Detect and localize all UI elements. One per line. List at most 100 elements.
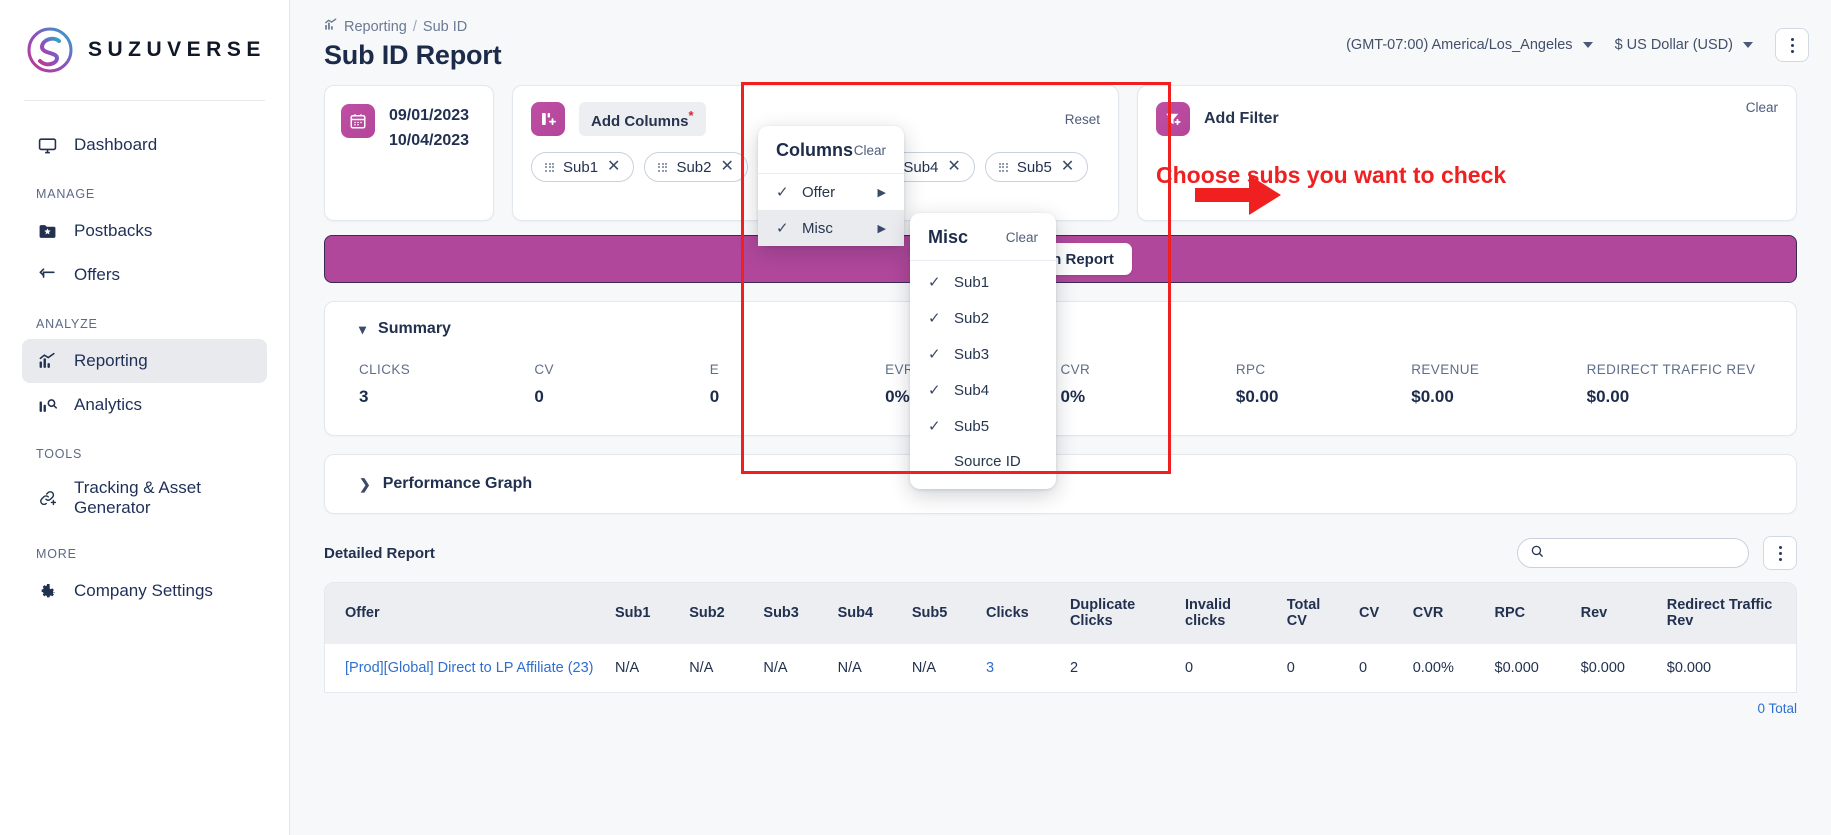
add-columns-icon[interactable] (531, 102, 565, 136)
column-header-invalid-clicks[interactable]: Invalid clicks (1175, 583, 1277, 644)
menu-item-label: Misc (802, 220, 833, 237)
table-header: Offer Sub1 Sub2 Sub3 Sub4 Sub5 Clicks Du… (325, 583, 1796, 644)
misc-menu-item-source-id[interactable]: Source ID (910, 444, 1056, 479)
menu-item-label: Sub1 (954, 274, 989, 291)
kebab-dot (1791, 50, 1794, 53)
metric-value: $0.00 (1236, 387, 1411, 407)
close-icon[interactable]: ✕ (947, 159, 960, 175)
currency-select[interactable]: $ US Dollar (USD) (1615, 37, 1753, 53)
column-header-cv[interactable]: CV (1349, 583, 1403, 644)
column-header-total-cv[interactable]: Total CV (1277, 583, 1349, 644)
misc-menu-clear[interactable]: Clear (1006, 230, 1038, 245)
close-icon[interactable]: ✕ (607, 159, 620, 175)
sidebar-item-tracking-asset-generator[interactable]: Tracking & Asset Generator (22, 469, 267, 527)
search-input[interactable] (1552, 545, 1736, 561)
metric-cvr: CVR 0% (1061, 362, 1236, 407)
close-icon[interactable]: ✕ (1061, 159, 1074, 175)
annotation-text: Choose subs you want to check (1156, 162, 1506, 189)
page-options-button[interactable] (1775, 28, 1809, 62)
drag-handle-icon[interactable] (999, 163, 1008, 172)
metric-clicks: CLICKS 3 (359, 362, 534, 407)
detailed-report-header: Detailed Report (324, 536, 1797, 570)
suzuverse-logo-icon (26, 26, 74, 74)
cell-invalid-clicks: 0 (1175, 644, 1277, 693)
sidebar-item-postbacks[interactable]: Offers (22, 253, 267, 297)
columns-menu-item-offer[interactable]: ✓ Offer ▶ (758, 174, 904, 210)
column-header-rev[interactable]: Rev (1571, 583, 1657, 644)
columns-menu-item-misc[interactable]: ✓ Misc ▶ (758, 210, 904, 246)
column-header-sub3[interactable]: Sub3 (753, 583, 827, 644)
metric-cv: CV 0 (534, 362, 709, 407)
cell-offer[interactable]: [Prod][Global] Direct to LP Affiliate (2… (325, 644, 605, 693)
misc-menu-item-sub5[interactable]: ✓ Sub5 (910, 408, 1056, 444)
column-header-cvr[interactable]: CVR (1403, 583, 1485, 644)
column-header-sub1[interactable]: Sub1 (605, 583, 679, 644)
misc-menu-item-sub2[interactable]: ✓ Sub2 (910, 300, 1056, 336)
report-chart-icon (36, 350, 58, 372)
sidebar-item-label: Company Settings (74, 581, 213, 601)
columns-reset-link[interactable]: Reset (1065, 112, 1100, 127)
menu-item-label: Sub3 (954, 346, 989, 363)
menu-item-label: Sub4 (954, 382, 989, 399)
cell-sub5: N/A (902, 644, 976, 693)
breadcrumb-separator: / (413, 19, 417, 35)
column-header-duplicate-clicks[interactable]: Duplicate Clicks (1060, 583, 1175, 644)
sidebar-item-label: Offers (74, 265, 120, 285)
table-options-button[interactable] (1763, 536, 1797, 570)
action-bar: Run Report (324, 235, 1797, 283)
column-header-clicks[interactable]: Clicks (976, 583, 1060, 644)
metric-events: E 0 (710, 362, 885, 407)
metric-value: 0% (1061, 387, 1236, 407)
detailed-report-table: Offer Sub1 Sub2 Sub3 Sub4 Sub5 Clicks Du… (325, 583, 1796, 692)
column-chip-sub5[interactable]: Sub5 ✕ (985, 152, 1088, 182)
misc-menu-item-sub1[interactable]: ✓ Sub1 (910, 261, 1056, 300)
column-chip-sub1[interactable]: Sub1 ✕ (531, 152, 634, 182)
sidebar-item-reporting[interactable]: Reporting (22, 339, 267, 383)
cell-duplicate-clicks: 2 (1060, 644, 1175, 693)
summary-toggle[interactable]: ▾ Summary (325, 302, 1796, 356)
columns-menu-header: Columns Clear (758, 126, 904, 174)
misc-menu-item-sub4[interactable]: ✓ Sub4 (910, 372, 1056, 408)
performance-graph-toggle[interactable]: ❯ Performance Graph (325, 455, 1796, 513)
menu-item-label: Sub2 (954, 310, 989, 327)
filter-clear-link[interactable]: Clear (1746, 100, 1778, 115)
chevron-right-icon: ❯ (359, 476, 371, 493)
search-box[interactable] (1517, 538, 1749, 568)
column-header-sub4[interactable]: Sub4 (828, 583, 902, 644)
monitor-icon (36, 134, 58, 156)
columns-menu-clear[interactable]: Clear (854, 143, 886, 158)
sidebar-nav: Dashboard MANAGE Postbacks Off (0, 101, 289, 613)
add-filter-icon[interactable] (1156, 102, 1190, 136)
sidebar-item-company-settings[interactable]: Company Settings (22, 569, 267, 613)
kebab-dot (1791, 44, 1794, 47)
column-header-rpc[interactable]: RPC (1485, 583, 1571, 644)
cell-sub2: N/A (679, 644, 753, 693)
sidebar-item-dashboard[interactable]: Dashboard (22, 123, 267, 167)
breadcrumb-root[interactable]: Reporting (344, 19, 407, 35)
close-icon[interactable]: ✕ (721, 159, 734, 175)
column-chip-sub2[interactable]: Sub2 ✕ (644, 152, 747, 182)
chip-label: Sub4 (903, 159, 938, 176)
column-header-sub2[interactable]: Sub2 (679, 583, 753, 644)
column-header-redirect-traffic-rev[interactable]: Redirect Traffic Rev (1657, 583, 1796, 644)
add-columns-button[interactable]: Add Columns* (579, 102, 706, 136)
menu-item-label: Sub5 (954, 418, 989, 435)
metric-value: 0 (710, 387, 885, 407)
column-header-offer[interactable]: Offer (325, 583, 605, 644)
sidebar-section-tools: TOOLS (0, 427, 289, 469)
drag-handle-icon[interactable] (658, 163, 667, 172)
sidebar-item-analytics[interactable]: Analytics (22, 383, 267, 427)
sidebar-item-offers[interactable]: Postbacks (22, 209, 267, 253)
performance-graph-title: Performance Graph (383, 475, 532, 493)
filters-row: 09/01/2023 10/04/2023 Add Columns* (324, 85, 1797, 221)
menu-item-label: Source ID (954, 453, 1021, 470)
timezone-select[interactable]: (GMT-07:00) America/Los_Angeles (1346, 37, 1592, 53)
cell-clicks[interactable]: 3 (976, 644, 1060, 693)
check-icon: ✓ (928, 417, 942, 435)
add-filter-button[interactable]: Add Filter (1204, 104, 1291, 134)
misc-menu-item-sub3[interactable]: ✓ Sub3 (910, 336, 1056, 372)
column-header-sub5[interactable]: Sub5 (902, 583, 976, 644)
drag-handle-icon[interactable] (545, 163, 554, 172)
menu-item-label: Offer (802, 184, 835, 201)
date-range-card[interactable]: 09/01/2023 10/04/2023 (324, 85, 494, 221)
